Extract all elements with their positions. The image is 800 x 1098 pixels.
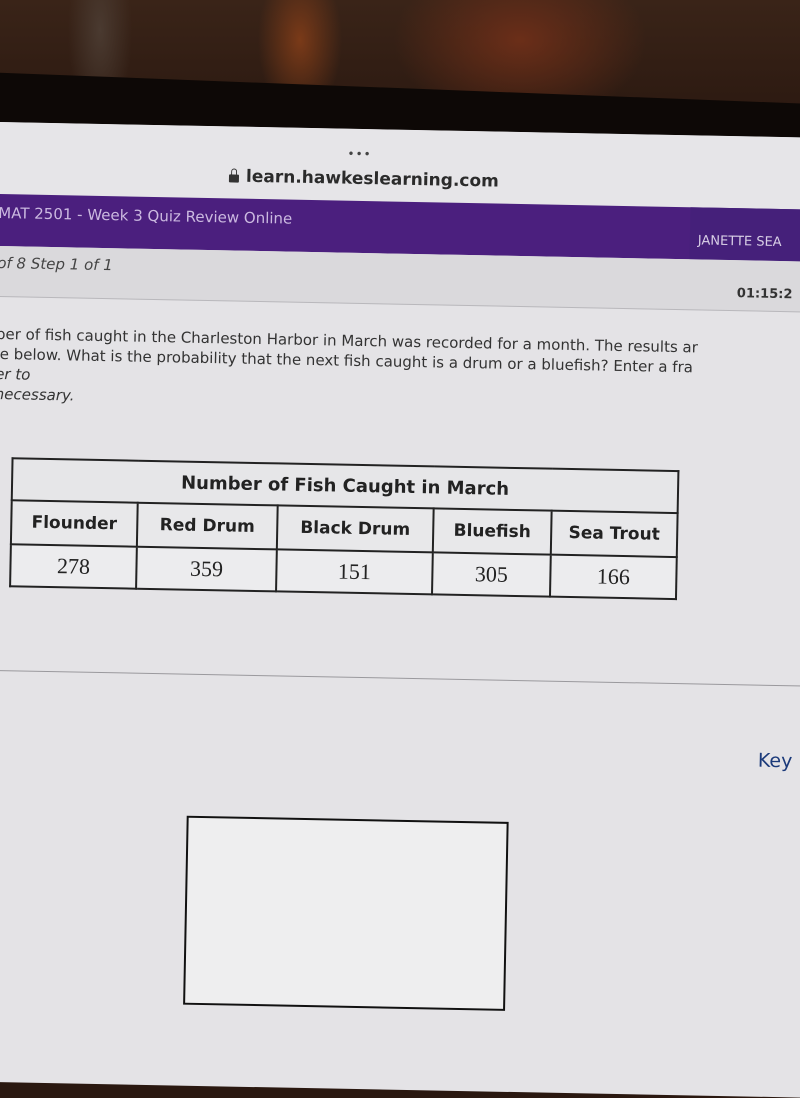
quiz-timer: 01:15:2 bbox=[736, 286, 793, 303]
lock-icon bbox=[228, 174, 240, 183]
url-display[interactable]: learn.hawkeslearning.com bbox=[228, 166, 500, 192]
table-cell: 278 bbox=[10, 544, 137, 589]
table-cell: 166 bbox=[549, 554, 677, 600]
section-divider bbox=[0, 669, 800, 687]
column-header: Black Drum bbox=[276, 505, 434, 553]
column-header: Red Drum bbox=[136, 502, 278, 550]
column-header: Sea Trout bbox=[550, 510, 678, 558]
browser-screen: ••• learn.hawkeslearning.com MAT 2501 - … bbox=[0, 122, 800, 1098]
table-cell: 305 bbox=[432, 552, 551, 597]
url-text: learn.hawkeslearning.com bbox=[245, 166, 500, 192]
course-title: MAT 2501 - Week 3 Quiz Review Online bbox=[0, 203, 293, 228]
answer-input[interactable] bbox=[183, 815, 509, 1011]
column-header: Flounder bbox=[10, 500, 138, 547]
keypad-link[interactable]: Key bbox=[758, 750, 793, 773]
table-cell: 151 bbox=[276, 549, 433, 595]
more-menu-icon[interactable]: ••• bbox=[347, 147, 371, 161]
fish-count-table: Number of Fish Caught in March Flounder … bbox=[9, 457, 680, 601]
step-indicator: of 8 Step 1 of 1 bbox=[0, 253, 113, 275]
table-cell: 359 bbox=[136, 546, 277, 592]
column-header: Bluefish bbox=[432, 508, 552, 555]
question-text: per of fish caught in the Charleston Har… bbox=[0, 324, 800, 420]
user-name[interactable]: JANETTE SEA bbox=[698, 233, 782, 250]
